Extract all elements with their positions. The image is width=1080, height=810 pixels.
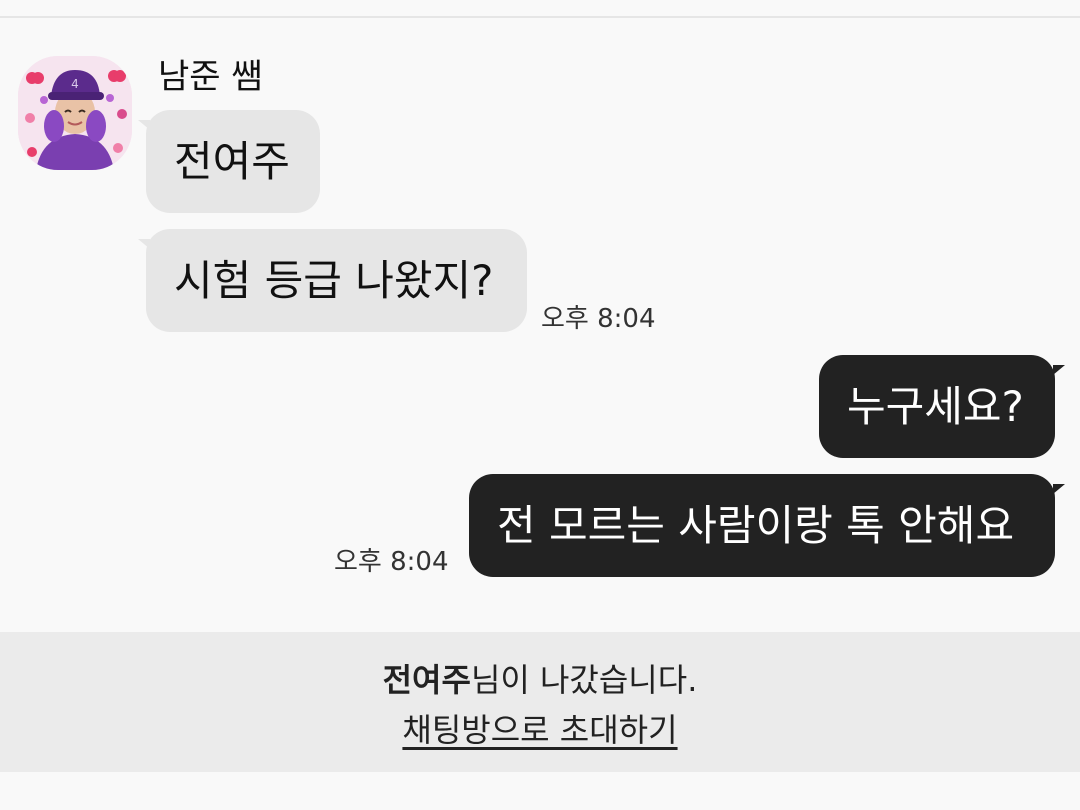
svg-text:4: 4 <box>71 77 79 91</box>
sender-avatar[interactable]: 4 <box>18 56 132 170</box>
incoming-message-text: 시험 등급 나왔지? <box>174 256 494 305</box>
invite-to-chat-link-row: 채팅방으로 초대하기 <box>0 708 1080 752</box>
outgoing-message-text: 누구세요? <box>847 382 1024 431</box>
outgoing-message-bubble[interactable]: 누구세요? <box>819 355 1055 458</box>
incoming-message-bubble[interactable]: 전여주 <box>146 110 320 213</box>
top-divider <box>0 16 1080 18</box>
left-notice-text: 님이 나갔습니다. <box>470 661 698 699</box>
incoming-message-bubble[interactable]: 시험 등급 나왔지? <box>146 229 527 332</box>
sender-name: 남준 쌤 <box>158 57 263 97</box>
outgoing-message-bubble[interactable]: 전 모르는 사람이랑 톡 안해요 <box>469 474 1055 577</box>
outgoing-bubble-tail <box>1053 365 1065 375</box>
invite-to-chat-link[interactable]: 채팅방으로 초대하기 <box>402 711 677 749</box>
outgoing-message-text: 전 모르는 사람이랑 톡 안해요 <box>497 501 1015 550</box>
avatar-photo-icon: 4 <box>18 56 132 170</box>
incoming-message-text: 전여주 <box>174 137 290 186</box>
user-left-message: 전여주님이 나갔습니다. <box>0 658 1080 702</box>
message-timestamp: 오후 8:04 <box>334 547 449 577</box>
message-timestamp: 오후 8:04 <box>541 304 656 334</box>
left-user-name: 전여주 <box>382 661 471 699</box>
outgoing-bubble-tail <box>1053 484 1065 494</box>
user-left-notice: 전여주님이 나갔습니다. 채팅방으로 초대하기 <box>0 632 1080 772</box>
